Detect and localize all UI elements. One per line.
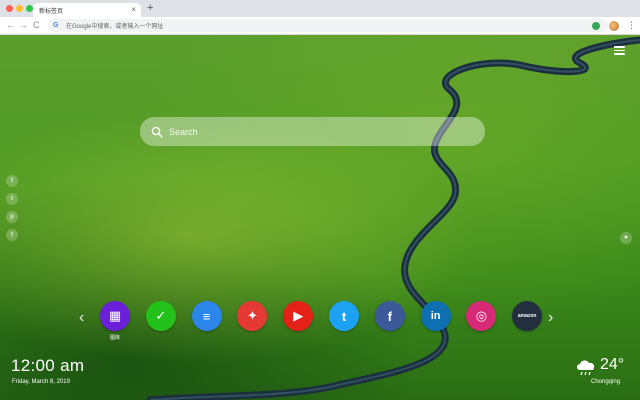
share-share-icon[interactable]: ⇪ bbox=[6, 229, 18, 241]
twitter-share-icon[interactable]: t bbox=[6, 193, 18, 205]
app-amazon-button[interactable]: amazon bbox=[512, 301, 543, 331]
search-placeholder: Search bbox=[169, 126, 198, 137]
extension-icon[interactable] bbox=[592, 22, 600, 30]
cloud-rain-icon bbox=[577, 360, 595, 376]
social-share-bar: f t p ⇪ bbox=[6, 175, 18, 247]
tab-bar: 新标签页 × + bbox=[0, 0, 640, 17]
browser-menu-button[interactable]: ⋮ bbox=[627, 19, 636, 31]
app-notes-button[interactable]: ≡ bbox=[191, 301, 222, 331]
app-photos-button[interactable]: ▦ bbox=[100, 301, 130, 331]
app-youtube-button[interactable]: ▶ bbox=[283, 301, 314, 331]
minimize-window-button[interactable] bbox=[16, 5, 23, 12]
clock-time: 12:00 am bbox=[11, 356, 85, 375]
close-window-button[interactable] bbox=[6, 5, 13, 12]
google-icon: G bbox=[53, 22, 59, 29]
forward-button[interactable]: → bbox=[19, 19, 28, 32]
facebook-share-icon[interactable]: f bbox=[6, 175, 18, 187]
clock-date: Friday, March 8, 2019 bbox=[12, 379, 70, 385]
apps-next-arrow-icon[interactable]: › bbox=[548, 309, 553, 327]
weather-city: Chongqing bbox=[591, 379, 621, 385]
apps-prev-arrow-icon[interactable]: ‹ bbox=[79, 309, 84, 327]
pinterest-share-icon[interactable]: p bbox=[6, 211, 18, 223]
new-tab-button[interactable]: + bbox=[147, 2, 153, 14]
hamburger-menu-icon[interactable] bbox=[614, 46, 625, 55]
weather-temperature: 24° bbox=[600, 356, 625, 373]
search-bar[interactable]: Search bbox=[140, 117, 485, 146]
tab-close-icon[interactable]: × bbox=[131, 5, 136, 14]
address-bar-placeholder: 在Google中搜索，或者输入一个网址 bbox=[66, 24, 164, 30]
new-tab-page: Search f t p ⇪ ● ‹ › ▦ ✓ ≡ ✦ ▶ t f in ◎ amazon 图库 12… bbox=[0, 35, 640, 400]
search-icon bbox=[151, 126, 163, 138]
app-tasks-button[interactable]: ✓ bbox=[145, 301, 176, 331]
app-label-photos: 图库 bbox=[109, 335, 120, 341]
address-bar[interactable]: G 在Google中搜索，或者输入一个网址 bbox=[48, 19, 608, 32]
browser-toolbar: ← → C G 在Google中搜索，或者输入一个网址 ⋮ bbox=[0, 17, 640, 35]
pin-icon[interactable]: ● bbox=[620, 232, 632, 244]
back-button[interactable]: ← bbox=[6, 19, 15, 32]
maximize-window-button[interactable] bbox=[26, 5, 33, 12]
app-twitter-button[interactable]: t bbox=[329, 301, 359, 331]
tab-title: 新标签页 bbox=[39, 8, 64, 15]
app-linkedin-button[interactable]: in bbox=[420, 301, 451, 331]
tab-new-tab[interactable]: 新标签页 × bbox=[33, 3, 141, 17]
reload-button[interactable]: C bbox=[33, 19, 40, 32]
background-river-image bbox=[146, 36, 640, 400]
app-facebook-button[interactable]: f bbox=[374, 301, 405, 331]
profile-avatar[interactable] bbox=[609, 21, 619, 31]
